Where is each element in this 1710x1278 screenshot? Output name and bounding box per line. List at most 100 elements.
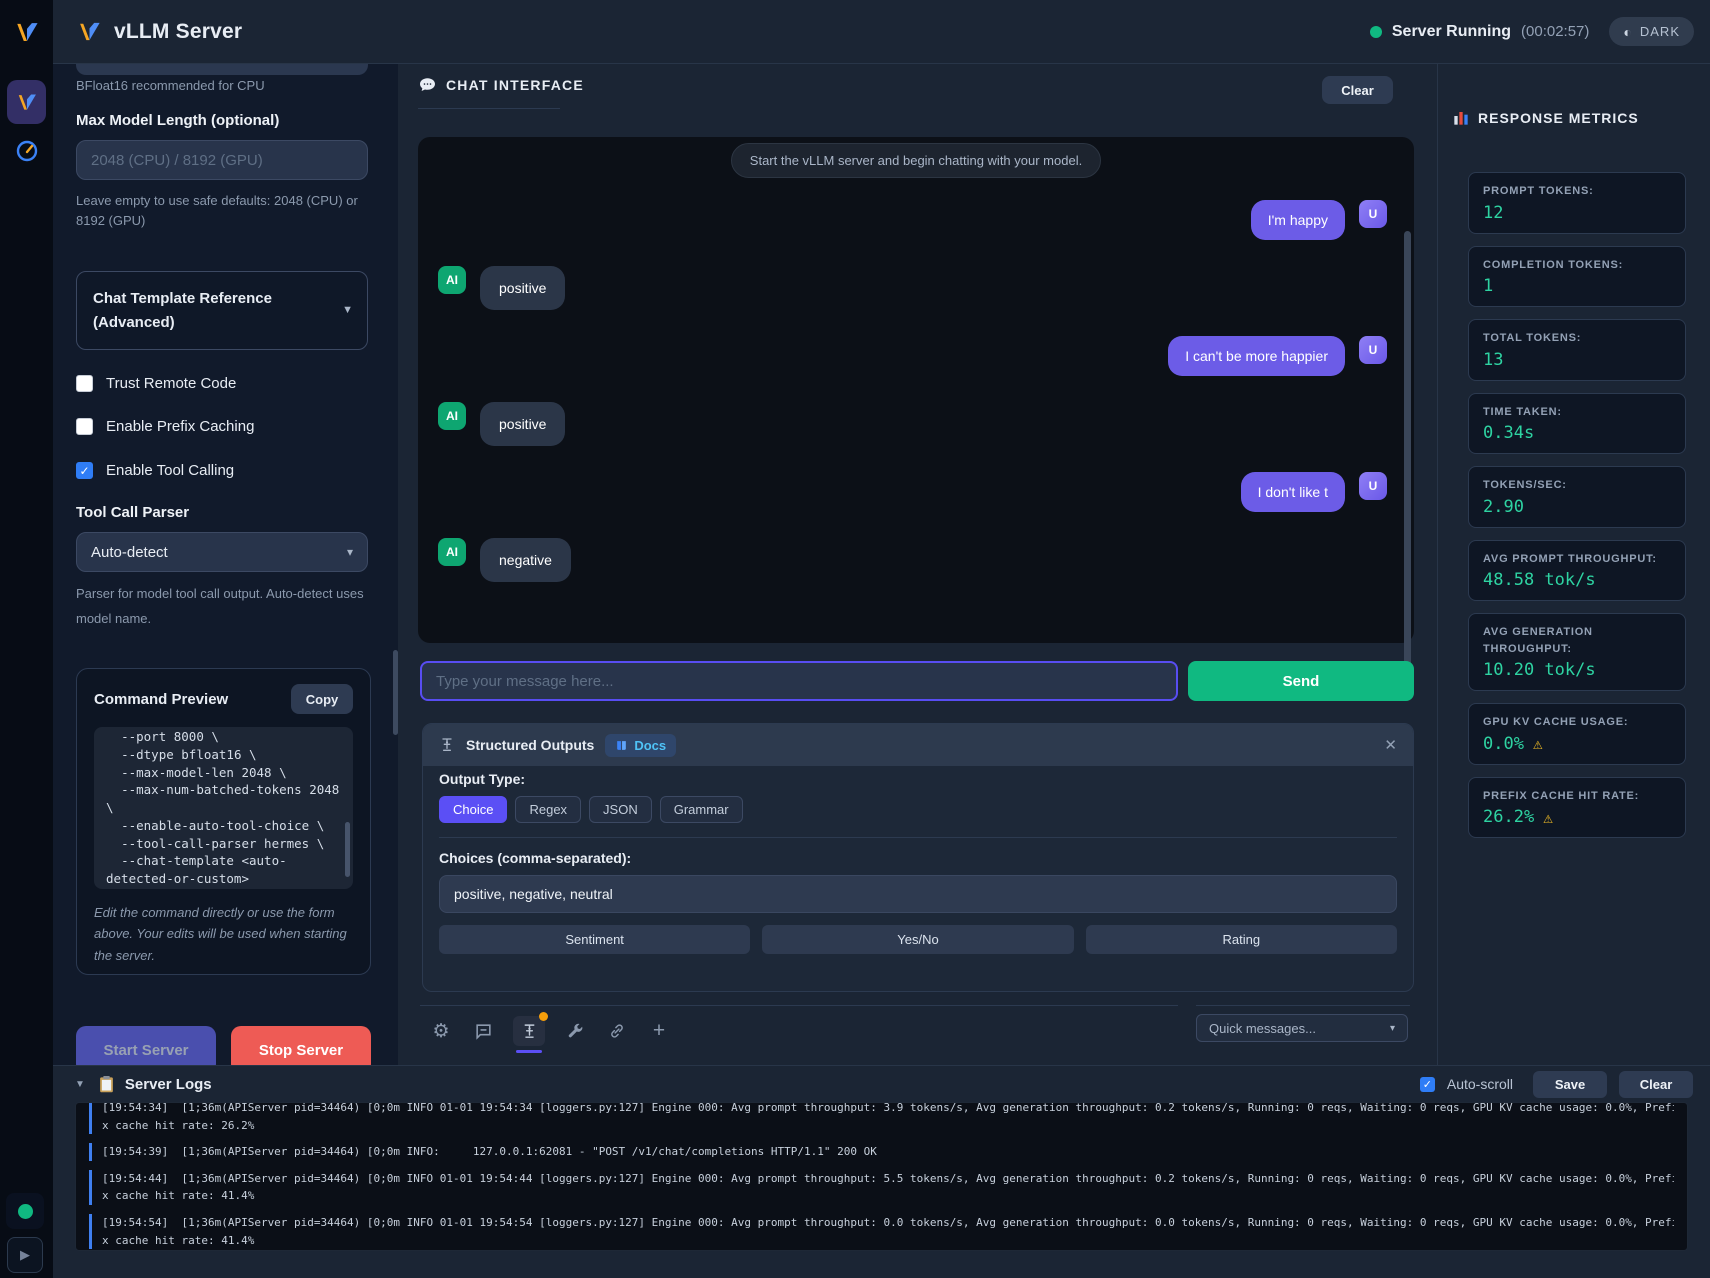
messages-scrollbar[interactable]	[1404, 231, 1411, 686]
output-type-grammar[interactable]: Grammar	[660, 796, 743, 823]
chat-template-reference-toggle[interactable]: Chat Template Reference (Advanced) ▼	[76, 271, 368, 350]
link-icon[interactable]	[605, 1019, 629, 1043]
user-avatar: U	[1359, 336, 1387, 364]
trust-remote-code-row[interactable]: Trust Remote Code	[76, 375, 236, 392]
enable-prefix-caching-row[interactable]: Enable Prefix Caching	[76, 418, 254, 435]
max-model-length-label: Max Model Length (optional)	[76, 112, 279, 129]
metric-gpu-kv-cache-usage: GPU KV CACHE USAGE: 0.0%⚠	[1468, 703, 1686, 765]
warning-icon: ⚠	[1543, 808, 1553, 827]
metric-value: 26.2% ⚠	[1483, 807, 1671, 827]
preset-sentiment-button[interactable]: Sentiment	[439, 925, 750, 954]
plus-icon[interactable]: +	[647, 1019, 671, 1043]
metric-value-text: 26.2%	[1483, 807, 1534, 827]
response-metrics-panel: RESPONSE METRICS PROMPT TOKENS: 12 COMPL…	[1437, 64, 1710, 1065]
play-button[interactable]: ▶	[7, 1237, 43, 1273]
vllm-logo-icon	[15, 91, 39, 113]
output-type-json[interactable]: JSON	[589, 796, 652, 823]
dtype-select-partial[interactable]	[76, 64, 368, 75]
trust-remote-code-label: Trust Remote Code	[106, 375, 236, 392]
collapse-triangle-icon[interactable]: ▼	[75, 1079, 85, 1090]
config-panel: BFloat16 recommended for CPU Max Model L…	[53, 64, 398, 1065]
top-bar: vLLM Server Server Running (00:02:57) ◐ …	[53, 0, 1710, 64]
messages-area: Start the vLLM server and begin chatting…	[418, 137, 1414, 643]
preset-yesno-button[interactable]: Yes/No	[762, 925, 1073, 954]
metric-label: GPU KV CACHE USAGE:	[1483, 714, 1671, 731]
chat-template-reference-label: Chat Template Reference (Advanced)	[77, 287, 367, 334]
server-logs-panel: ▼ Server Logs ✓ Auto-scroll Save Clear […	[53, 1065, 1710, 1278]
logs-save-button[interactable]: Save	[1533, 1071, 1607, 1098]
play-icon: ▶	[20, 1247, 30, 1263]
server-logs-header: ▼ Server Logs ✓ Auto-scroll Save Clear	[53, 1066, 1710, 1102]
vllm-logo-icon	[13, 19, 41, 45]
message-row: AI negative	[418, 538, 1414, 582]
logs-clear-button[interactable]: Clear	[1619, 1071, 1693, 1098]
active-tab-underline	[516, 1050, 542, 1053]
enable-tool-calling-checkbox[interactable]: ✓	[76, 462, 93, 479]
quick-messages-select[interactable]: Quick messages... ▾	[1196, 1014, 1408, 1042]
quick-messages-value: Quick messages...	[1209, 1021, 1316, 1036]
message-row: I don't like t U	[418, 472, 1414, 512]
metric-tokens-per-sec: TOKENS/SEC: 2.90	[1468, 466, 1686, 528]
message-input[interactable]	[420, 661, 1178, 701]
settings-gear-icon[interactable]: ⚙	[429, 1019, 453, 1043]
wrench-icon[interactable]	[563, 1019, 587, 1043]
speech-bubble-icon	[418, 76, 437, 94]
max-model-length-input[interactable]	[76, 140, 368, 180]
metric-label: TOTAL TOKENS:	[1483, 330, 1671, 347]
dropdown-triangle-icon: ▼	[342, 304, 353, 316]
chevron-down-icon: ▾	[1390, 1023, 1395, 1034]
auto-scroll-checkbox[interactable]: ✓	[1420, 1077, 1435, 1092]
check-icon: ✓	[1423, 1078, 1432, 1091]
metric-label: AVG GENERATION THROUGHPUT:	[1483, 624, 1671, 657]
trust-remote-code-checkbox[interactable]	[76, 375, 93, 392]
send-button[interactable]: Send	[1188, 661, 1414, 701]
preset-rating-button[interactable]: Rating	[1086, 925, 1397, 954]
structured-outputs-icon	[521, 1023, 538, 1040]
enable-tool-calling-label: Enable Tool Calling	[106, 462, 234, 479]
divider	[439, 837, 1397, 838]
chat-title-underline	[418, 108, 560, 109]
tool-call-parser-select[interactable]: Auto-detect ▾	[76, 532, 368, 572]
chat-clear-button[interactable]: Clear	[1322, 76, 1393, 104]
clipboard-icon	[98, 1075, 115, 1094]
metric-time-taken: TIME TAKEN: 0.34s	[1468, 393, 1686, 455]
choices-input[interactable]	[439, 875, 1397, 913]
metric-label: PROMPT TOKENS:	[1483, 183, 1671, 200]
theme-toggle-button[interactable]: ◐ DARK	[1609, 17, 1694, 46]
user-message-bubble: I'm happy	[1251, 200, 1345, 240]
command-preview-code-box[interactable]: --port 8000 \ --dtype bfloat16 \ --max-m…	[94, 727, 353, 889]
vllm-server-app: ▶ vLLM Server Server Running (00:02:57) …	[0, 0, 1710, 1278]
output-type-choice[interactable]: Choice	[439, 796, 507, 823]
metric-prompt-tokens: PROMPT TOKENS: 12	[1468, 172, 1686, 234]
enable-prefix-caching-checkbox[interactable]	[76, 418, 93, 435]
top-bar-right: Server Running (00:02:57) ◐ DARK	[1370, 17, 1694, 46]
copy-button[interactable]: Copy	[291, 684, 353, 714]
close-icon[interactable]: ✕	[1384, 736, 1397, 754]
command-preview-code: --port 8000 \ --dtype bfloat16 \ --max-m…	[106, 728, 341, 888]
command-code-scrollbar[interactable]	[345, 822, 350, 877]
output-type-regex[interactable]: Regex	[515, 796, 581, 823]
metric-value: 12	[1483, 203, 1671, 223]
metric-prefix-cache-hit-rate: PREFIX CACHE HIT RATE: 26.2% ⚠	[1468, 777, 1686, 839]
rail-item-server[interactable]	[7, 80, 46, 124]
vllm-logo-icon	[76, 19, 103, 44]
gauge-icon[interactable]	[15, 139, 39, 163]
enable-tool-calling-row[interactable]: ✓ Enable Tool Calling	[76, 462, 234, 479]
docs-link[interactable]: Docs	[605, 734, 676, 757]
user-avatar: U	[1359, 472, 1387, 500]
metric-cards: PROMPT TOKENS: 12 COMPLETION TOKENS: 1 T…	[1468, 172, 1686, 838]
notification-dot-icon	[539, 1012, 548, 1021]
metric-value: 0.34s	[1483, 423, 1671, 443]
metric-value: 1	[1483, 276, 1671, 296]
output-type-buttons: Choice Regex JSON Grammar	[439, 796, 1397, 823]
tool-call-parser-value: Auto-detect	[91, 544, 168, 561]
bar-chart-icon	[1453, 110, 1469, 126]
structured-outputs-toggle[interactable]	[513, 1016, 545, 1046]
metric-label: TOKENS/SEC:	[1483, 477, 1671, 494]
log-output[interactable]: [19:54:34] [1;36m(APIServer pid=34464) […	[75, 1102, 1688, 1251]
server-logs-title: Server Logs	[125, 1076, 212, 1093]
metric-label: PREFIX CACHE HIT RATE:	[1483, 788, 1671, 805]
message-square-icon[interactable]	[471, 1019, 495, 1043]
message-row: I'm happy U	[418, 200, 1414, 240]
ai-avatar: AI	[438, 538, 466, 566]
